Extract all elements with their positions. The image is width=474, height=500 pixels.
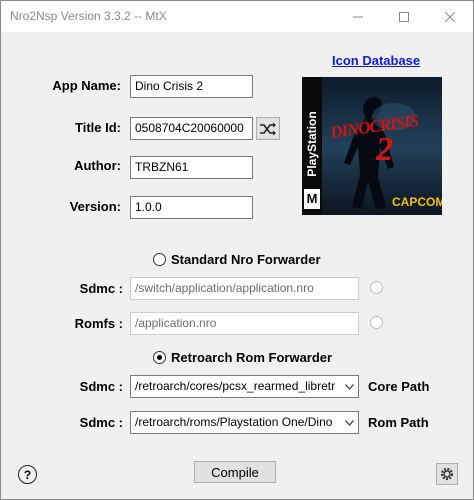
standard-romfs-label: Romfs :	[74, 316, 123, 331]
standard-sdmc-radio	[370, 281, 383, 294]
author-label: Author:	[74, 158, 121, 173]
gear-icon	[440, 467, 454, 481]
standard-romfs-radio	[370, 316, 383, 329]
shuffle-title-id-button[interactable]	[256, 117, 280, 140]
cover-platform-text: PlayStation	[305, 111, 319, 177]
chevron-down-icon[interactable]	[341, 412, 358, 433]
core-path-dropdown[interactable]: /retroarch/cores/pcsx_rearmed_libretro	[130, 375, 359, 398]
rom-path-label: Rom Path	[368, 415, 429, 430]
retroarch-rom-sdmc-label: Sdmc :	[79, 415, 123, 430]
shuffle-icon	[260, 122, 276, 135]
author-field[interactable]: TRBZN61	[130, 156, 253, 179]
cover-publisher-text: CAPCOM	[392, 195, 442, 209]
standard-nro-radio[interactable]	[153, 253, 166, 266]
maximize-icon	[399, 11, 409, 22]
minimize-button[interactable]	[335, 1, 381, 32]
game-cover-image[interactable]: PlayStation DINOCRISIS 2 M CAPCOM	[302, 77, 442, 215]
rom-path-dropdown[interactable]: /retroarch/roms/Playstation One/Dino	[130, 411, 359, 434]
standard-nro-label[interactable]: Standard Nro Forwarder	[171, 252, 321, 267]
help-icon[interactable]: ?	[18, 465, 37, 484]
cover-number-text: 2	[376, 131, 393, 168]
maximize-button[interactable]	[381, 1, 427, 32]
app-name-field[interactable]: Dino Crisis 2	[130, 75, 253, 98]
cover-rating-text: M	[304, 189, 320, 209]
retroarch-label[interactable]: Retroarch Rom Forwarder	[171, 350, 332, 365]
core-path-value: /retroarch/cores/pcsx_rearmed_libretro	[135, 379, 335, 393]
rom-path-value: /retroarch/roms/Playstation One/Dino	[135, 415, 333, 429]
standard-sdmc-field: /switch/application/application.nro	[130, 277, 359, 300]
app-name-label: App Name:	[52, 78, 121, 93]
icon-database-link[interactable]: Icon Database	[332, 53, 420, 68]
retroarch-radio[interactable]	[153, 351, 166, 364]
title-id-field[interactable]: 0508704C20060000	[130, 117, 253, 140]
chevron-down-icon[interactable]	[341, 376, 358, 397]
close-button[interactable]	[427, 1, 473, 32]
radio-selected-dot	[157, 355, 162, 360]
title-bar[interactable]: Nro2Nsp Version 3.3.2 -- MtX	[1, 1, 473, 32]
title-id-label: Title Id:	[75, 120, 121, 135]
minimize-icon	[353, 16, 363, 17]
settings-button[interactable]	[436, 463, 458, 485]
window-title: Nro2Nsp Version 3.3.2 -- MtX	[10, 9, 167, 23]
compile-button[interactable]: Compile	[194, 461, 276, 483]
standard-sdmc-label: Sdmc :	[79, 281, 123, 296]
version-label: Version:	[69, 199, 121, 214]
app-window: Nro2Nsp Version 3.3.2 -- MtX App Name: D…	[0, 0, 474, 500]
version-field[interactable]: 1.0.0	[130, 196, 253, 219]
close-icon	[445, 11, 455, 22]
retroarch-core-sdmc-label: Sdmc :	[79, 379, 123, 394]
core-path-label: Core Path	[368, 379, 430, 394]
standard-romfs-field: /application.nro	[130, 312, 359, 335]
